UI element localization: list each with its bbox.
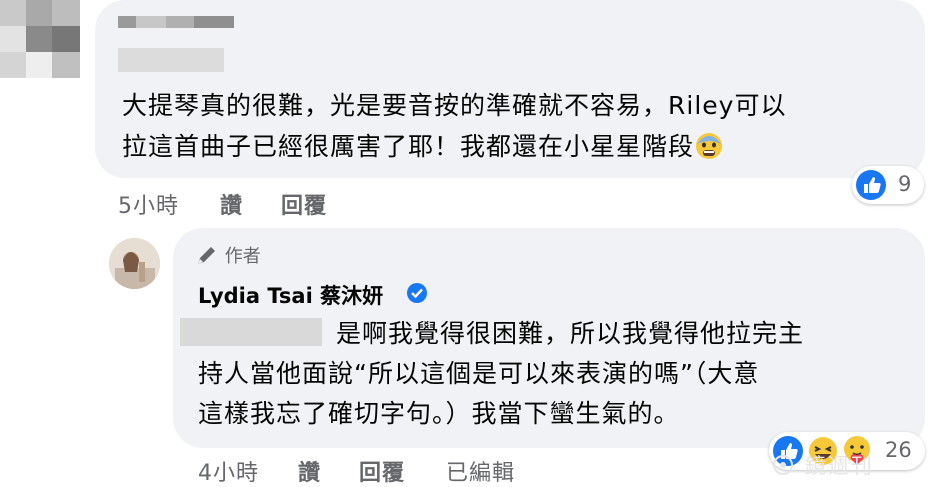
author-badge-label: 作者 (224, 246, 261, 267)
reply-button[interactable]: 回覆 (281, 188, 327, 220)
like-button[interactable]: 讚 (220, 188, 243, 220)
commenter-avatar-blurred[interactable] (0, 0, 80, 78)
watermark-logo-icon (773, 455, 793, 475)
author-badge: 作者 (195, 242, 261, 268)
reply-timestamp[interactable]: 4小時 (198, 455, 259, 487)
reaction-count: 26 (885, 438, 912, 462)
watermark: 鏡週刊 (770, 450, 874, 480)
like-button[interactable]: 讚 (298, 455, 321, 487)
comment-text: 大提琴真的很難，光是要音按的準確就不容易，Riley可以 拉這首曲子已經很厲害了… (122, 91, 787, 161)
edited-label: 已編輯 (446, 461, 516, 486)
reaction-count: 9 (898, 172, 912, 196)
commenter-name-blurred[interactable] (118, 14, 238, 30)
author-name[interactable]: Lydia Tsai 蔡沐妍 (198, 280, 383, 310)
watermark-text: 鏡週刊 (804, 454, 874, 478)
pencil-icon (198, 247, 215, 264)
redacted-mention (118, 48, 224, 72)
like-icon (856, 170, 886, 200)
verified-badge-icon (406, 282, 428, 304)
comment-timestamp[interactable]: 5小時 (118, 188, 179, 220)
reply-text: 是啊我覺得很困難，所以我覺得他拉完主 持人當他面說“所以這個是可以來表演的嗎”（… (198, 319, 805, 428)
fearful-face-emoji-icon (694, 130, 724, 160)
reply-button[interactable]: 回覆 (359, 455, 405, 487)
author-avatar[interactable] (109, 238, 160, 289)
reaction-summary[interactable]: 9 (852, 166, 924, 204)
